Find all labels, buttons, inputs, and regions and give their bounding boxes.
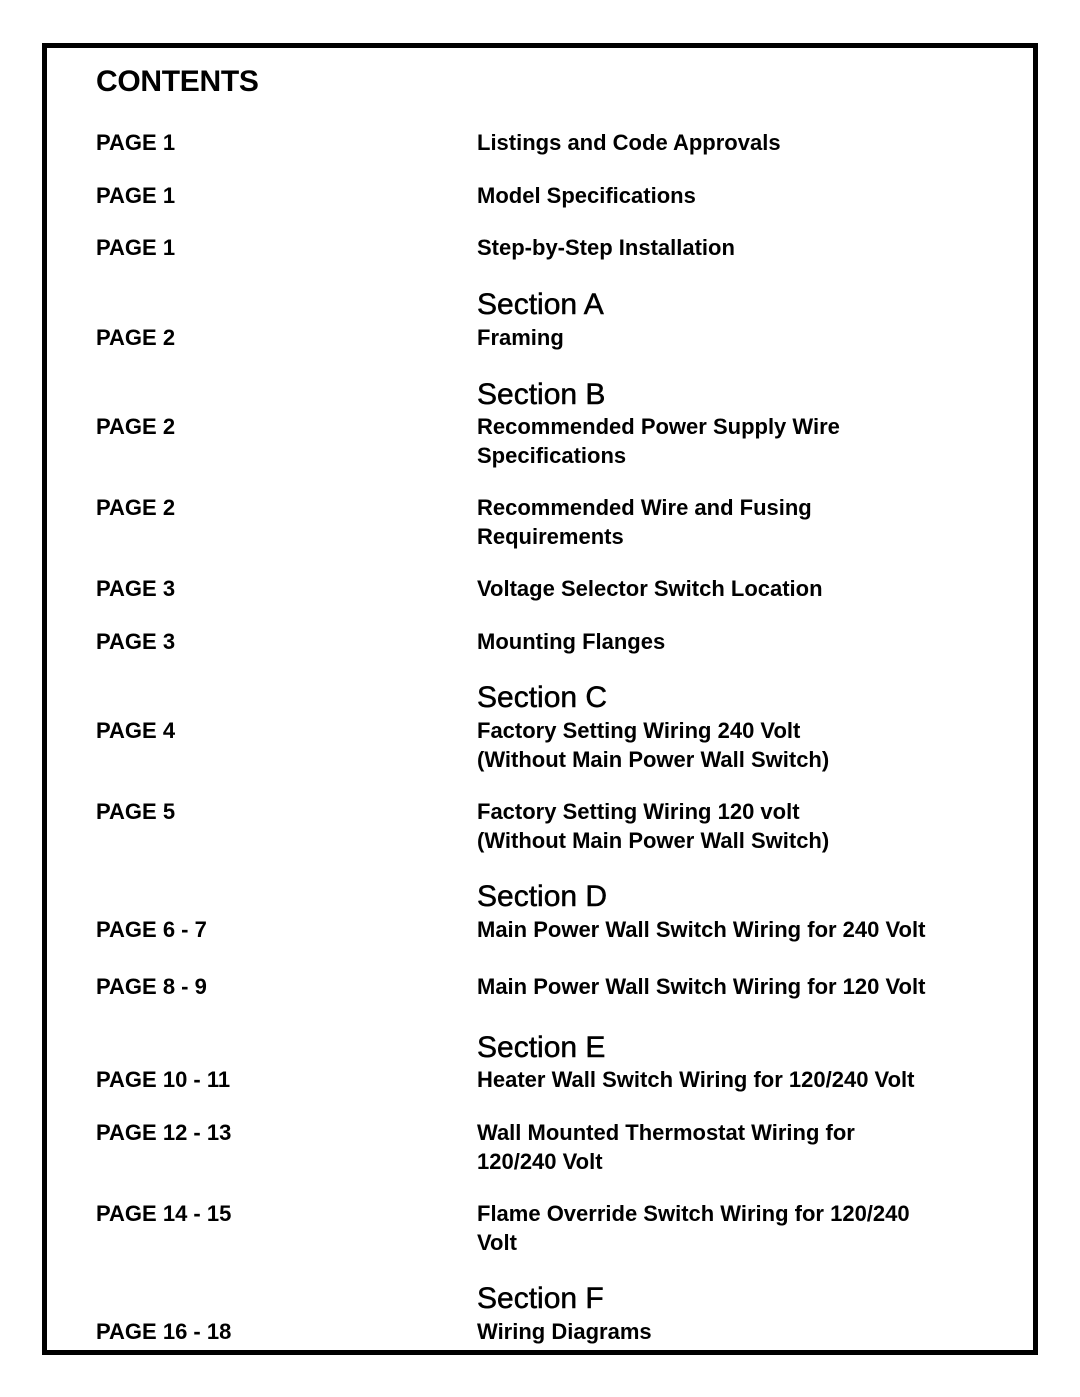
- toc-entry-title[interactable]: Wall Mounted Thermostat Wiring for 120/2…: [477, 1119, 1017, 1176]
- contents-title: CONTENTS: [96, 65, 259, 98]
- toc-page-number: PAGE 1: [96, 183, 176, 208]
- toc-page-number: PAGE 16 - 18: [96, 1319, 232, 1344]
- toc-page-number: PAGE 8 - 9: [96, 974, 207, 999]
- toc-entry-title[interactable]: Factory Setting Wiring 120 volt (Without…: [477, 798, 1017, 855]
- toc-entry-title[interactable]: Framing: [477, 324, 1017, 353]
- toc-entry-title[interactable]: Model Specifications: [477, 182, 1017, 211]
- toc-entry-title[interactable]: Mounting Flanges: [477, 628, 1017, 657]
- toc-entry-title[interactable]: Factory Setting Wiring 240 Volt (Without…: [477, 717, 1017, 774]
- toc-page-number: PAGE 2: [96, 495, 176, 520]
- toc-page-number: PAGE 1: [96, 235, 176, 260]
- section-heading-d: Section D: [477, 880, 608, 914]
- toc-entry-title[interactable]: Main Power Wall Switch Wiring for 120 Vo…: [477, 973, 1017, 1002]
- toc-entry-title[interactable]: Main Power Wall Switch Wiring for 240 Vo…: [477, 916, 1017, 945]
- toc-page-number: PAGE 4: [96, 718, 176, 743]
- toc-page-number: PAGE 14 - 15: [96, 1201, 232, 1226]
- section-heading-b: Section B: [477, 378, 606, 412]
- section-heading-c: Section C: [477, 681, 608, 715]
- toc-page-number: PAGE 1: [96, 130, 176, 155]
- toc-entry-title[interactable]: Recommended Wire and Fusing Requirements: [477, 494, 1017, 551]
- toc-page-number: PAGE 10 - 11: [96, 1067, 231, 1092]
- toc-page-number: PAGE 2: [96, 325, 176, 350]
- section-heading-f: Section F: [477, 1282, 604, 1316]
- toc-page-number: PAGE 5: [96, 799, 176, 824]
- toc-entry-title[interactable]: Step-by-Step Installation: [477, 234, 1017, 263]
- section-heading-a: Section A: [477, 288, 604, 322]
- toc-page-number: PAGE 2: [96, 414, 176, 439]
- toc-entry-title[interactable]: Voltage Selector Switch Location: [477, 575, 1017, 604]
- toc-entry-title[interactable]: Recommended Power Supply Wire Specificat…: [477, 413, 1017, 470]
- toc-entry-title[interactable]: Flame Override Switch Wiring for 120/240…: [477, 1200, 1017, 1257]
- toc-entry-title[interactable]: Listings and Code Approvals: [477, 129, 1017, 158]
- section-heading-e: Section E: [477, 1031, 606, 1065]
- toc-entry-title[interactable]: Wiring Diagrams: [477, 1318, 1017, 1347]
- toc-page-number: PAGE 3: [96, 576, 176, 601]
- toc-page-number: PAGE 3: [96, 629, 176, 654]
- toc-entry-title[interactable]: Heater Wall Switch Wiring for 120/240 Vo…: [477, 1066, 1017, 1095]
- toc-page-number: PAGE 12 - 13: [96, 1120, 232, 1145]
- toc-page-number: PAGE 6 - 7: [96, 917, 207, 942]
